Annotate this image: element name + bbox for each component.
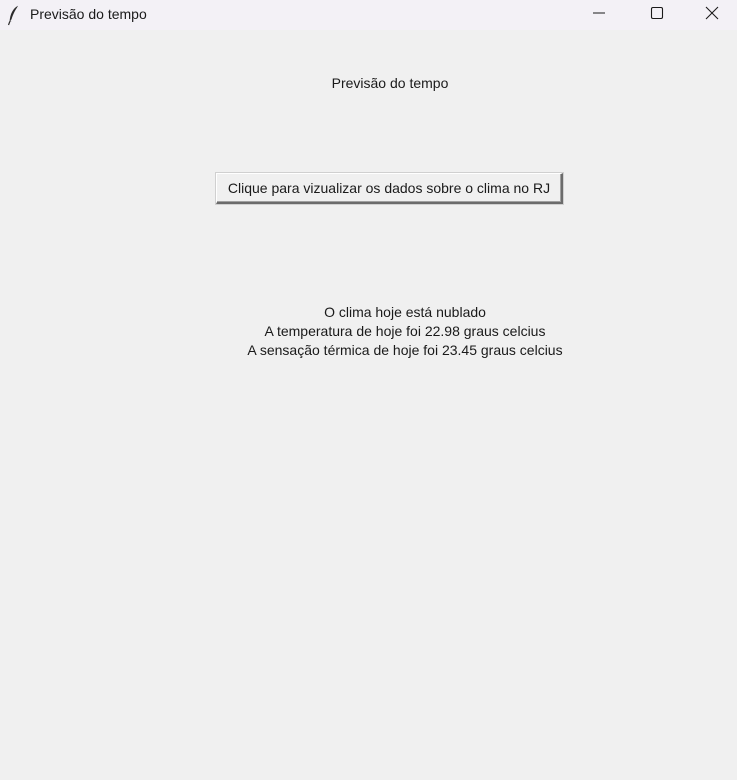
temperature-text: A temperatura de hoje foi 22.98 graus ce… — [264, 323, 546, 339]
maximize-icon — [650, 6, 664, 25]
show-weather-button[interactable]: Clique para vizualizar os dados sobre o … — [216, 173, 563, 204]
weather-result: O clima hoje está nublado A temperatura … — [200, 303, 610, 360]
window-title: Previsão do tempo — [30, 6, 147, 22]
window-content: Previsão do tempo Clique para vizualizar… — [0, 30, 737, 780]
title-bar[interactable]: Previsão do tempo — [0, 0, 737, 30]
maximize-button[interactable] — [628, 0, 686, 30]
app-window: Previsão do tempo Previsão do tempo Cliq… — [0, 0, 737, 780]
weather-condition-text: O clima hoje está nublado — [324, 304, 486, 320]
close-icon — [705, 6, 719, 25]
page-heading: Previsão do tempo — [331, 75, 449, 91]
feather-icon — [6, 4, 22, 26]
feels-like-text: A sensação térmica de hoje foi 23.45 gra… — [247, 342, 563, 358]
minimize-icon — [592, 6, 606, 25]
close-button[interactable] — [686, 0, 737, 30]
minimize-button[interactable] — [570, 0, 628, 30]
